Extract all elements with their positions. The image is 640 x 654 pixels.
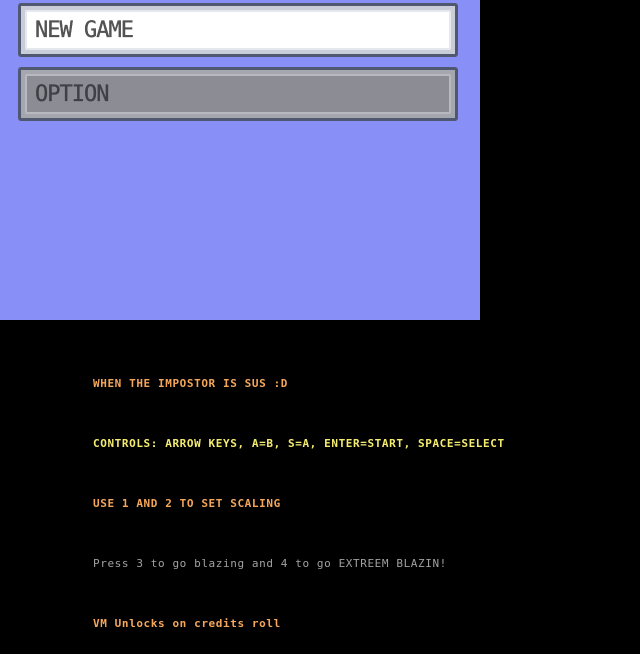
info-text-block: WHEN THE IMPOSTOR IS SUS :D CONTROLS: AR… [93,334,505,654]
info-line-unlock: VM Unlocks on credits roll [93,617,281,630]
game-screen: NEW GAME OPTION [0,0,480,320]
info-line-controls: CONTROLS: ARROW KEYS, A=B, S=A, ENTER=ST… [93,437,505,450]
option-label: OPTION [25,74,451,114]
info-line-scaling: USE 1 AND 2 TO SET SCALING [93,497,281,510]
option-button[interactable]: OPTION [18,67,458,121]
new-game-button[interactable]: NEW GAME [18,3,458,57]
new-game-label: NEW GAME [25,10,451,50]
info-line-title: WHEN THE IMPOSTOR IS SUS :D [93,377,289,390]
info-line-speed: Press 3 to go blazing and 4 to go EXTREE… [93,557,447,570]
